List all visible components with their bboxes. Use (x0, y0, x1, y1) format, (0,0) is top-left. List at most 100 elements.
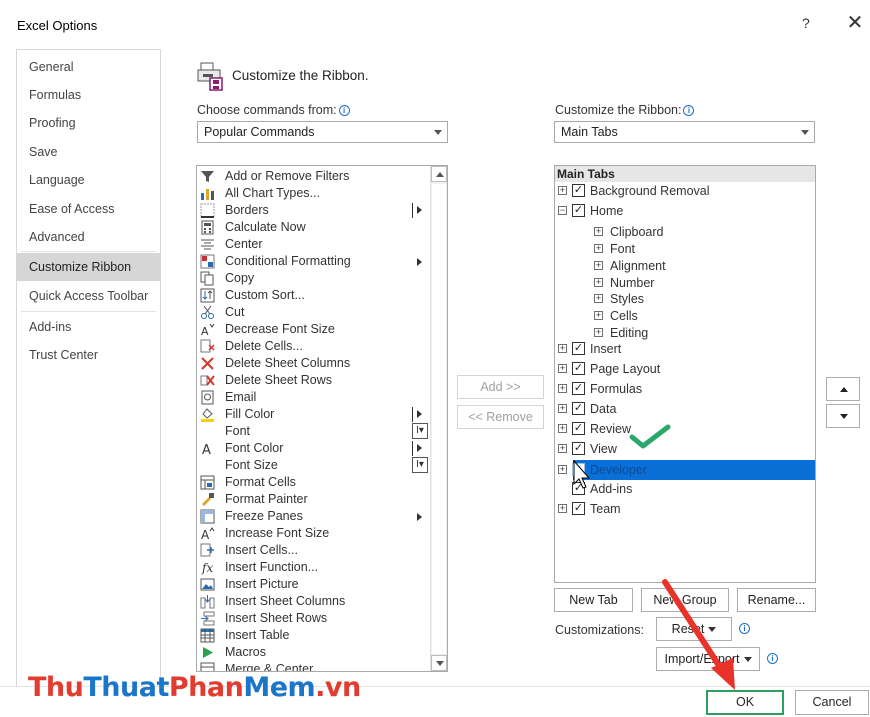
info-icon[interactable]: i (767, 653, 778, 664)
move-down-button[interactable] (826, 404, 860, 428)
cancel-button[interactable]: Cancel (795, 690, 869, 715)
list-item[interactable]: Delete Sheet Rows (197, 372, 429, 389)
list-item[interactable]: Font I▾ (197, 423, 429, 440)
new-tab-button[interactable]: New Tab (554, 588, 633, 612)
list-item[interactable]: Macros (197, 644, 429, 661)
checkbox-icon[interactable]: ✓ (572, 482, 585, 495)
scroll-up-icon[interactable] (431, 166, 447, 182)
nav-item-save[interactable]: Save (17, 138, 160, 166)
customize-ribbon-select[interactable]: Main Tabs (554, 121, 815, 143)
nav-item-ease-of-access[interactable]: Ease of Access (17, 195, 160, 223)
list-item[interactable]: A Font Color (197, 440, 429, 457)
nav-item-formulas[interactable]: Formulas (17, 81, 160, 109)
checkbox-icon[interactable]: ✓ (572, 204, 585, 217)
checkbox-icon[interactable]: ✓ (572, 422, 585, 435)
expand-icon[interactable]: + (594, 311, 603, 320)
collapse-icon[interactable]: − (558, 206, 567, 215)
expand-icon[interactable]: + (594, 261, 603, 270)
list-item[interactable]: Conditional Formatting (197, 253, 429, 270)
list-item[interactable]: Fill Color (197, 406, 429, 423)
nav-item-language[interactable]: Language (17, 166, 160, 194)
info-icon[interactable]: i (338, 105, 350, 117)
expand-icon[interactable]: + (594, 227, 603, 236)
expand-icon[interactable]: + (594, 244, 603, 253)
expand-icon[interactable]: + (558, 364, 567, 373)
help-button[interactable]: ? (802, 15, 810, 31)
info-icon[interactable]: i (739, 623, 750, 634)
list-item[interactable]: Cut (197, 304, 429, 321)
checkbox-icon[interactable]: ✓ (572, 463, 585, 476)
list-item[interactable]: Freeze Panes (197, 508, 429, 525)
list-item[interactable]: Delete Sheet Columns (197, 355, 429, 372)
tree-item-formulas[interactable]: + ✓ Formulas (558, 379, 813, 399)
scroll-thumb[interactable] (432, 184, 446, 654)
expand-icon[interactable]: + (594, 278, 603, 287)
nav-item-quick-access-toolbar[interactable]: Quick Access Toolbar (17, 282, 160, 310)
tree-item-background-removal[interactable]: + ✓ Background Removal (558, 181, 813, 201)
list-item[interactable]: Copy (197, 270, 429, 287)
tree-item-page-layout[interactable]: + ✓ Page Layout (558, 359, 813, 379)
list-item[interactable]: Insert Table (197, 627, 429, 644)
checkbox-icon[interactable]: ✓ (572, 382, 585, 395)
list-item[interactable]: Insert Picture (197, 576, 429, 593)
list-item[interactable]: Add or Remove Filters (197, 168, 429, 185)
nav-item-customize-ribbon[interactable]: Customize Ribbon (17, 253, 160, 281)
new-group-button[interactable]: New Group (641, 588, 729, 612)
scroll-down-icon[interactable] (431, 655, 447, 671)
tree-item-team[interactable]: + ✓ Team (558, 499, 813, 519)
list-item[interactable]: Calculate Now (197, 219, 429, 236)
tree-item-developer[interactable]: + ✓ Developer (558, 460, 815, 480)
info-icon[interactable]: i (683, 105, 695, 117)
list-item[interactable]: Merge & Center (197, 661, 429, 671)
close-button[interactable]: ✕ (842, 10, 868, 36)
list-item[interactable]: A Increase Font Size (197, 525, 429, 542)
add-button[interactable]: Add >> (457, 375, 544, 399)
list-item[interactable]: Center (197, 236, 429, 253)
list-item[interactable]: Format Painter (197, 491, 429, 508)
list-item[interactable]: Borders (197, 202, 429, 219)
checkbox-icon[interactable]: ✓ (572, 442, 585, 455)
expand-icon[interactable]: + (558, 186, 567, 195)
commands-scrollbar[interactable] (430, 166, 447, 671)
commands-list[interactable]: Add or Remove Filters All Chart Types...… (196, 165, 448, 672)
rename-button[interactable]: Rename... (737, 588, 816, 612)
list-item[interactable]: Email (197, 389, 429, 406)
tree-item-review[interactable]: + ✓ Review (558, 419, 813, 439)
expand-icon[interactable]: + (594, 328, 603, 337)
expand-icon[interactable]: + (558, 504, 567, 513)
checkbox-icon[interactable]: ✓ (572, 362, 585, 375)
expand-icon[interactable]: + (558, 444, 567, 453)
ok-button[interactable]: OK (706, 690, 784, 715)
reset-button[interactable]: Reset (656, 617, 732, 641)
expand-icon[interactable]: + (558, 465, 567, 474)
checkbox-icon[interactable]: ✓ (572, 402, 585, 415)
checkbox-icon[interactable]: ✓ (572, 184, 585, 197)
nav-item-add-ins[interactable]: Add-ins (17, 313, 160, 341)
tree-item-home[interactable]: − ✓ Home (558, 201, 813, 221)
expand-icon[interactable]: + (558, 384, 567, 393)
list-item[interactable]: All Chart Types... (197, 185, 429, 202)
expand-icon[interactable]: + (558, 344, 567, 353)
remove-button[interactable]: << Remove (457, 405, 544, 429)
main-tabs-tree[interactable]: Main Tabs + ✓ Background Removal − ✓ Hom… (554, 165, 816, 583)
import-export-button[interactable]: Import/Export (656, 647, 760, 671)
list-item[interactable]: Insert Sheet Columns (197, 593, 429, 610)
tree-item-insert[interactable]: + ✓ Insert (558, 339, 813, 359)
list-item[interactable]: Custom Sort... (197, 287, 429, 304)
expand-icon[interactable]: + (594, 294, 603, 303)
tree-item-view[interactable]: + ✓ View (558, 439, 813, 459)
expand-icon[interactable]: + (558, 404, 567, 413)
move-up-button[interactable] (826, 377, 860, 401)
list-item[interactable]: fx Insert Function... (197, 559, 429, 576)
checkbox-icon[interactable]: ✓ (572, 342, 585, 355)
expand-icon[interactable]: + (558, 424, 567, 433)
tree-item-data[interactable]: + ✓ Data (558, 399, 813, 419)
checkbox-icon[interactable]: ✓ (572, 502, 585, 515)
list-item[interactable]: Delete Cells... (197, 338, 429, 355)
nav-item-advanced[interactable]: Advanced (17, 223, 160, 251)
list-item[interactable]: Insert Sheet Rows (197, 610, 429, 627)
list-item[interactable]: Font Size I▾ (197, 457, 429, 474)
list-item[interactable]: Format Cells (197, 474, 429, 491)
nav-item-proofing[interactable]: Proofing (17, 109, 160, 137)
list-item[interactable]: Insert Cells... (197, 542, 429, 559)
